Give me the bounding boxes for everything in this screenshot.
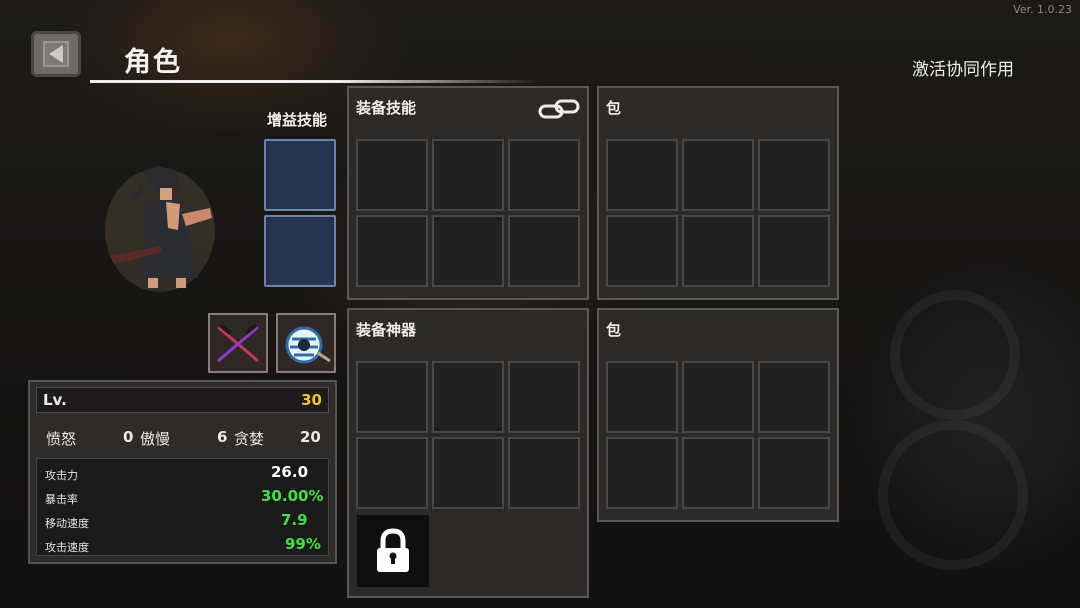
weapon-slot-2[interactable] bbox=[276, 313, 336, 373]
attr-label-attack: 攻击力 bbox=[45, 469, 78, 482]
artifact-slot[interactable] bbox=[356, 437, 428, 509]
bag-slot[interactable] bbox=[758, 361, 830, 433]
artifact-slot[interactable] bbox=[432, 437, 504, 509]
background-attack-ring bbox=[878, 420, 1028, 570]
bag-slot[interactable] bbox=[682, 361, 754, 433]
attr-label-crit: 暴击率 bbox=[45, 493, 78, 506]
stats-panel: Lv. 30 愤怒 0 傲慢 6 贪婪 20 攻击力 26.0 暴击率 30.0… bbox=[28, 380, 337, 564]
trait-label-wrath: 愤怒 bbox=[46, 430, 77, 448]
equip-artifacts-panel: 装备神器 bbox=[347, 308, 589, 598]
bag-top-title: 包 bbox=[606, 99, 622, 117]
attr-value-attack-speed: 99% bbox=[285, 535, 321, 553]
equip-artifacts-title: 装备神器 bbox=[356, 321, 417, 339]
bag-slot[interactable] bbox=[606, 437, 678, 509]
skill-slot[interactable] bbox=[356, 139, 428, 211]
trait-label-pride: 傲慢 bbox=[140, 430, 171, 448]
trait-value-greed: 20 bbox=[300, 428, 321, 446]
version-label: Ver. 1.0.23 bbox=[1013, 3, 1072, 16]
skill-slot[interactable] bbox=[508, 215, 580, 287]
bag-slot[interactable] bbox=[758, 139, 830, 211]
bag-slot[interactable] bbox=[606, 215, 678, 287]
skill-slot[interactable] bbox=[356, 215, 428, 287]
back-button[interactable] bbox=[31, 31, 81, 77]
back-arrow-icon bbox=[43, 41, 69, 67]
lock-icon bbox=[377, 528, 409, 572]
bag-slot[interactable] bbox=[682, 437, 754, 509]
link-chain-icon[interactable] bbox=[537, 96, 581, 124]
buff-skill-slot-1[interactable] bbox=[264, 139, 336, 211]
attr-value-attack: 26.0 bbox=[271, 463, 309, 481]
attribute-list: 攻击力 26.0 暴击率 30.00% 移动速度 7.9 攻击速度 99% bbox=[36, 458, 329, 556]
attr-value-move-speed: 7.9 bbox=[281, 511, 308, 529]
character-sprite bbox=[105, 166, 215, 292]
attr-value-crit: 30.00% bbox=[261, 487, 324, 505]
bag-panel-bottom: 包 bbox=[597, 308, 839, 522]
buff-skill-slot-2[interactable] bbox=[264, 215, 336, 287]
trait-value-wrath: 0 bbox=[123, 428, 134, 446]
artifact-slot[interactable] bbox=[508, 437, 580, 509]
buff-skills-label: 增益技能 bbox=[267, 111, 328, 129]
equip-skills-title: 装备技能 bbox=[356, 99, 417, 117]
locked-artifact-slot[interactable] bbox=[357, 515, 429, 587]
skill-slot[interactable] bbox=[432, 215, 504, 287]
level-label: Lv. bbox=[43, 391, 67, 409]
bag-slot[interactable] bbox=[682, 139, 754, 211]
attr-label-attack-speed: 攻击速度 bbox=[45, 541, 89, 554]
bag-bottom-title: 包 bbox=[606, 321, 622, 339]
level-value: 30 bbox=[301, 391, 322, 409]
skill-slot[interactable] bbox=[432, 139, 504, 211]
level-bar: Lv. 30 bbox=[36, 387, 329, 413]
skill-slot[interactable] bbox=[508, 139, 580, 211]
trait-value-pride: 6 bbox=[217, 428, 228, 446]
bag-slot[interactable] bbox=[758, 215, 830, 287]
page-title: 角色 bbox=[124, 47, 182, 78]
bag-slot[interactable] bbox=[606, 139, 678, 211]
background-joystick-ring bbox=[890, 290, 1020, 420]
title-underline bbox=[90, 80, 540, 83]
artifact-slot[interactable] bbox=[508, 361, 580, 433]
artifact-slot[interactable] bbox=[356, 361, 428, 433]
artifact-slot[interactable] bbox=[432, 361, 504, 433]
scroll-artifact-icon bbox=[285, 326, 331, 364]
bag-slot[interactable] bbox=[682, 215, 754, 287]
bag-panel-top: 包 bbox=[597, 86, 839, 300]
trait-label-greed: 贪婪 bbox=[234, 430, 265, 448]
activate-synergy-button[interactable]: 激活协同作用 bbox=[912, 55, 1014, 80]
attr-label-move-speed: 移动速度 bbox=[45, 517, 89, 530]
crossed-swords-icon bbox=[217, 323, 259, 363]
bag-slot[interactable] bbox=[758, 437, 830, 509]
weapon-slot-1[interactable] bbox=[208, 313, 268, 373]
equip-skills-panel: 装备技能 bbox=[347, 86, 589, 300]
bag-slot[interactable] bbox=[606, 361, 678, 433]
